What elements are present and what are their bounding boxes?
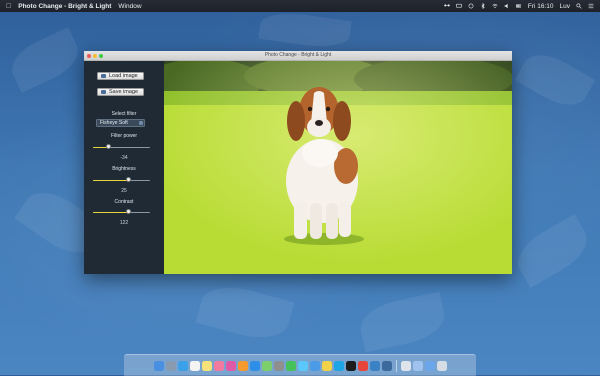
wifi-icon[interactable] bbox=[492, 3, 498, 9]
wallpaper-leaf bbox=[195, 279, 295, 346]
minimize-button[interactable] bbox=[93, 53, 97, 58]
photos-icon[interactable] bbox=[213, 360, 224, 371]
safari-icon[interactable] bbox=[177, 360, 188, 371]
save-image-label: Save image bbox=[109, 89, 139, 95]
preview-icon[interactable] bbox=[400, 360, 411, 371]
wallpaper-leaf bbox=[258, 8, 352, 52]
contrast-slider[interactable] bbox=[93, 209, 150, 214]
title-bar[interactable]: Photo Change - Bright & Light bbox=[84, 51, 512, 61]
clock[interactable]: Fri 16:10 bbox=[528, 3, 554, 10]
facetime-icon[interactable] bbox=[285, 360, 296, 371]
load-image-label: Load image bbox=[109, 73, 138, 79]
contrast-label: Contrast bbox=[114, 199, 134, 205]
wallpaper-leaf bbox=[356, 291, 449, 353]
dropbox-icon[interactable] bbox=[443, 3, 450, 9]
messages-icon[interactable] bbox=[297, 360, 308, 371]
filter-select-value: Fisheye Soft bbox=[100, 120, 128, 126]
chrome-icon[interactable] bbox=[357, 360, 368, 371]
brightness-slider[interactable] bbox=[93, 177, 150, 182]
appstore-icon[interactable] bbox=[249, 360, 260, 371]
filter-power-slider[interactable] bbox=[93, 144, 150, 149]
notification-center-icon[interactable] bbox=[588, 3, 594, 9]
itunes-icon[interactable] bbox=[225, 360, 236, 371]
slider-knob[interactable] bbox=[126, 177, 132, 182]
finder-icon[interactable] bbox=[153, 360, 164, 371]
window-title: Photo Change - Bright & Light bbox=[264, 52, 332, 58]
slider-knob[interactable] bbox=[106, 144, 112, 149]
menu-bar:  Photo Change - Bright & Light Window F… bbox=[0, 0, 600, 12]
xcode-icon[interactable] bbox=[369, 360, 380, 371]
volume-icon[interactable] bbox=[504, 3, 510, 9]
filter-select[interactable]: Fisheye Soft bbox=[96, 119, 145, 127]
trash-icon[interactable] bbox=[436, 360, 447, 371]
chevron-updown-icon bbox=[139, 121, 143, 125]
image-icon bbox=[101, 74, 106, 78]
contrast-value: 122 bbox=[119, 220, 129, 226]
app-window: Photo Change - Bright & Light Load image… bbox=[84, 51, 512, 274]
slider-knob[interactable] bbox=[126, 209, 132, 214]
load-image-button[interactable]: Load image bbox=[97, 72, 144, 80]
wallpaper-leaf bbox=[514, 45, 596, 115]
photo-preview bbox=[164, 61, 512, 274]
save-icon bbox=[101, 90, 106, 94]
battery-icon[interactable] bbox=[515, 3, 522, 9]
filter-power-label: Filter power bbox=[110, 133, 138, 139]
books-icon[interactable] bbox=[237, 360, 248, 371]
stickies-icon[interactable] bbox=[321, 360, 332, 371]
display-icon[interactable] bbox=[456, 3, 462, 9]
documents-icon[interactable] bbox=[412, 360, 423, 371]
dock bbox=[124, 354, 476, 376]
bluetooth-icon[interactable] bbox=[480, 3, 486, 9]
notes-icon[interactable] bbox=[201, 360, 212, 371]
terminal-icon[interactable] bbox=[345, 360, 356, 371]
apple-menu-icon[interactable]:  bbox=[6, 3, 11, 10]
app-menu[interactable]: Photo Change - Bright & Light bbox=[18, 3, 111, 10]
dock-separator bbox=[395, 359, 397, 372]
slider-fill bbox=[93, 211, 129, 213]
close-button[interactable] bbox=[87, 53, 91, 58]
beagle-photo bbox=[164, 61, 512, 274]
launchpad-icon[interactable] bbox=[165, 360, 176, 371]
select-filter-label: Select filter bbox=[111, 111, 137, 117]
save-image-button[interactable]: Save image bbox=[97, 88, 144, 96]
spotlight-icon[interactable] bbox=[576, 3, 582, 9]
photo-change-icon[interactable] bbox=[381, 360, 392, 371]
system-prefs-icon[interactable] bbox=[273, 360, 284, 371]
wallpaper-leaf bbox=[4, 27, 86, 93]
filter-power-value: -34 bbox=[120, 155, 128, 161]
brightness-value: 25 bbox=[121, 188, 127, 194]
maps-icon[interactable] bbox=[261, 360, 272, 371]
zoom-button[interactable] bbox=[99, 53, 103, 58]
calendar-icon[interactable] bbox=[189, 360, 200, 371]
timemachine-icon[interactable] bbox=[468, 3, 474, 9]
downloads-icon[interactable] bbox=[424, 360, 435, 371]
mail-icon[interactable] bbox=[309, 360, 320, 371]
slider-fill bbox=[93, 179, 129, 181]
user-name[interactable]: Luv bbox=[560, 3, 570, 10]
brightness-label: Brightness bbox=[112, 166, 136, 172]
skype-icon[interactable] bbox=[333, 360, 344, 371]
window-menu[interactable]: Window bbox=[118, 3, 141, 10]
control-panel: Load image Save image Select filter Fish… bbox=[84, 61, 164, 274]
wallpaper-leaf bbox=[509, 214, 596, 288]
